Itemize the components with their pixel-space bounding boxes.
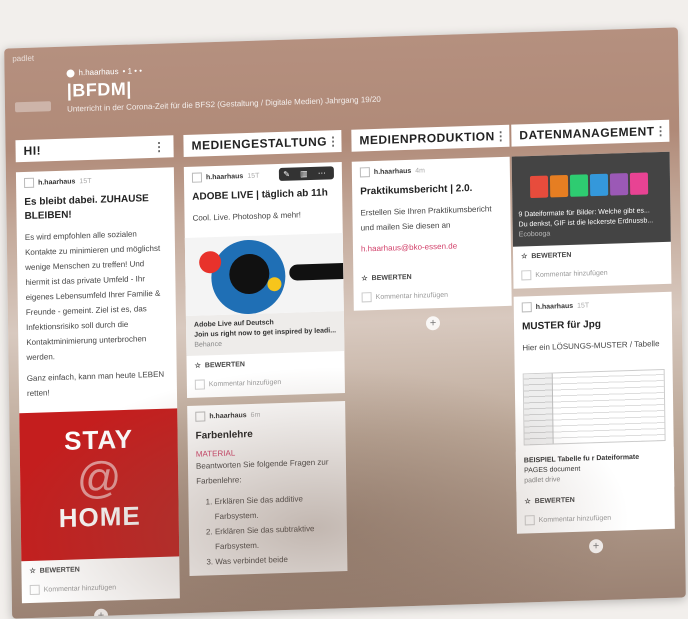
- post-time: 6m: [250, 411, 261, 419]
- post-card[interactable]: h.haarhaus 6m Farbenlehre MATERIAL Beant…: [187, 401, 348, 577]
- post-body: Cool. Live. Photoshop & mehr!: [192, 210, 302, 223]
- column-menu-icon[interactable]: ⋮: [327, 134, 340, 148]
- column-title: MEDIENGESTALTUNG: [191, 134, 328, 153]
- column-mediengestaltung: MEDIENGESTALTUNG ⋮ ✎ ▥ ⋯ h.haarhaus 15T …: [183, 130, 348, 584]
- post-body: Es wird empfohlen alle sozialen Kontakte…: [24, 229, 161, 363]
- post-meta: h.haarhaus 15T: [521, 298, 664, 313]
- post-card[interactable]: h.haarhaus 4m Praktikumsbericht | 2.0. E…: [351, 156, 512, 311]
- link-preview[interactable]: 9 Dateiformate für Bilder: Welche gibt e…: [518, 206, 664, 241]
- post-icon: [195, 411, 206, 422]
- star-icon: ☆: [361, 275, 368, 283]
- stay-at-home-image[interactable]: STAY @ HOME: [19, 408, 180, 562]
- post-body: Erstellen Sie Ihren Praktikumsbericht un…: [360, 204, 492, 233]
- question-list: Erklären Sie das additive Farbsystem. Er…: [196, 490, 339, 569]
- post-toolbar[interactable]: ✎ ▥ ⋯: [279, 166, 334, 181]
- column-header: MEDIENGESTALTUNG ⋮: [183, 130, 342, 157]
- column-menu-icon[interactable]: ⋮: [654, 124, 667, 138]
- post-title: Praktikumsbericht | 2.0.: [360, 182, 473, 198]
- board-author[interactable]: h.haarhaus • 1 • •: [66, 66, 142, 77]
- post-time: 4m: [415, 166, 426, 175]
- post-body: Ganz einfach, kann man heute LEBEN rette…: [26, 369, 165, 399]
- add-comment[interactable]: Kommentar hinzufügen: [517, 507, 675, 534]
- post-time: 15T: [247, 172, 260, 180]
- list-item: Erklären Sie das subtraktive Farbsystem.: [215, 520, 339, 554]
- column-datenmanagement: DATENMANAGEMENT ⋮ 9 Dateiformate für Bil…: [511, 119, 675, 560]
- add-post-button[interactable]: +: [425, 316, 441, 331]
- star-icon: ☆: [29, 567, 36, 576]
- post-body: Hier ein LÖSUNGS-MUSTER / Tabelle: [522, 339, 660, 353]
- logo: [14, 101, 52, 113]
- post-author: h.haarhaus: [38, 177, 76, 187]
- author-name: h.haarhaus: [78, 66, 119, 78]
- board-title: |BFDM|: [66, 78, 132, 101]
- add-comment[interactable]: Kommentar hinzufügen: [513, 262, 671, 289]
- post-icon: [359, 167, 370, 178]
- post-title: MUSTER für Jpg: [521, 318, 601, 333]
- email-link[interactable]: h.haarhaus@bko-essen.de: [361, 237, 503, 256]
- post-title: Es bleibt dabei. ZUHAUSE BLEIBEN!: [24, 193, 149, 223]
- link-preview[interactable]: BEISPIEL Tabelle fu r Dateiformate PAGES…: [515, 446, 675, 492]
- table-thumbnail[interactable]: [522, 368, 666, 446]
- column-menu-icon[interactable]: ⋮: [153, 140, 166, 154]
- post-meta: h.haarhaus 4m: [359, 163, 502, 178]
- post-card[interactable]: h.haarhaus 15T Es bleibt dabei. ZUHAUSE …: [15, 167, 180, 604]
- comment-icon: [524, 515, 535, 526]
- star-icon: ☆: [524, 498, 531, 506]
- post-title: Farbenlehre: [195, 428, 253, 442]
- add-comment[interactable]: Kommentar hinzufügen: [187, 371, 345, 398]
- list-item: Erklären Sie das additive Farbsystem.: [214, 490, 338, 524]
- column-menu-icon[interactable]: ⋮: [495, 129, 508, 143]
- post-icon: [23, 177, 35, 189]
- column-header: MEDIENPRODUKTION ⋮: [351, 124, 510, 152]
- post-author: h.haarhaus: [373, 167, 412, 176]
- post-meta: h.haarhaus 6m: [195, 407, 337, 422]
- column-hi: HI! ⋮ h.haarhaus 15T Es bleibt dabei. ZU…: [15, 135, 180, 619]
- post-body: Beantworten Sie folgende Fragen zur Farb…: [195, 457, 329, 486]
- comment-icon: [361, 292, 372, 303]
- list-item: Was verbindet beide: [215, 550, 339, 569]
- star-icon: ☆: [521, 253, 528, 261]
- padlet-board: padlet h.haarhaus • 1 • • |BFDM| Unterri…: [4, 27, 686, 619]
- add-comment[interactable]: Kommentar hinzufügen: [22, 576, 180, 603]
- column-title: MEDIENPRODUKTION: [359, 129, 495, 148]
- column-medienproduktion: MEDIENPRODUKTION ⋮ h.haarhaus 4m Praktik…: [351, 124, 512, 337]
- column-header: DATENMANAGEMENT ⋮: [511, 119, 670, 147]
- post-author: h.haarhaus: [205, 172, 244, 181]
- post-meta: h.haarhaus 15T: [23, 174, 166, 189]
- app-name: padlet: [12, 53, 35, 64]
- comment-icon: [29, 584, 40, 596]
- add-comment[interactable]: Kommentar hinzufügen: [354, 284, 512, 311]
- column-header: HI! ⋮: [15, 135, 174, 163]
- comment-icon: [194, 379, 205, 390]
- column-title: HI!: [23, 143, 42, 159]
- star-icon: ☆: [194, 362, 201, 370]
- post-card[interactable]: ✎ ▥ ⋯ h.haarhaus 15T ADOBE LIVE | täglic…: [183, 162, 345, 398]
- post-author: h.haarhaus: [209, 411, 247, 420]
- post-icon: [191, 172, 203, 183]
- post-card[interactable]: 9 Dateiformate für Bilder: Welche gibt e…: [511, 151, 672, 289]
- post-title: ADOBE LIVE | täglich ab 11h: [192, 187, 328, 203]
- comment-icon: [521, 270, 532, 281]
- file-formats-thumbnail[interactable]: 9 Dateiformate für Bilder: Welche gibt e…: [511, 151, 671, 247]
- adobe-live-thumbnail[interactable]: [184, 233, 344, 316]
- post-time: 15T: [79, 177, 92, 185]
- add-post-button[interactable]: +: [589, 539, 604, 554]
- post-icon: [521, 302, 532, 313]
- post-author: h.haarhaus: [535, 302, 574, 311]
- post-card[interactable]: h.haarhaus 15T MUSTER für Jpg Hier ein L…: [513, 291, 675, 534]
- link-preview[interactable]: Adobe Live auf Deutsch Join us right now…: [185, 311, 345, 356]
- column-title: DATENMANAGEMENT: [519, 124, 655, 143]
- avatar: [66, 68, 75, 78]
- author-suffix: • 1 • •: [122, 66, 143, 76]
- add-post-button[interactable]: +: [94, 608, 109, 619]
- post-time: 15T: [577, 301, 590, 310]
